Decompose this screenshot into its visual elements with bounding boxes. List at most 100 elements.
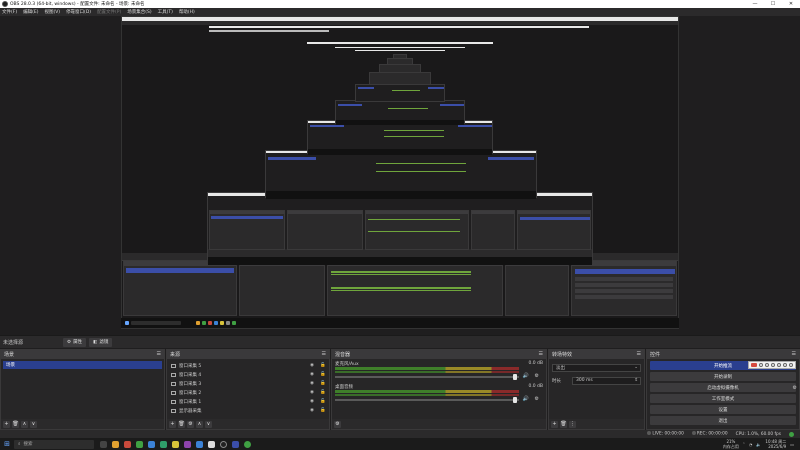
visibility-icon[interactable]: ◉ (310, 363, 315, 368)
chevron-up-icon[interactable]: ˄ (743, 442, 745, 447)
dock-menu-icon[interactable]: ☰ (322, 351, 326, 357)
app-gamepad-icon[interactable] (244, 440, 251, 448)
menu-file[interactable]: 文件(F) (2, 9, 17, 15)
source-item[interactable]: 显示器采集 ◉ 🔓 (167, 406, 329, 415)
gear-icon[interactable]: ⚙ (793, 385, 797, 391)
source-item[interactable]: 窗口采集 5 ◉ 🔓 (167, 361, 329, 370)
move-down-button[interactable]: ∨ (205, 420, 212, 428)
app-red-icon[interactable] (124, 440, 131, 448)
memory-usage[interactable]: 21% 内存占用 (723, 439, 739, 449)
taskbar-search[interactable]: ⌕ 搜索 (14, 439, 94, 449)
dock-menu-icon[interactable]: ☰ (637, 351, 641, 357)
gear-icon[interactable]: ⚙ (535, 373, 539, 379)
remove-source-button[interactable]: 🗑 (178, 420, 185, 428)
snip-close-icon[interactable] (789, 363, 793, 367)
remove-transition-button[interactable]: 🗑 (560, 420, 567, 428)
app-folder-icon[interactable] (112, 440, 119, 448)
lock-icon[interactable]: 🔓 (320, 399, 326, 404)
filters-button[interactable]: ◧ 滤镜 (89, 337, 113, 347)
scenes-dock-header: 场景 ☰ (1, 350, 164, 359)
captured-menu-strip (209, 30, 329, 32)
app-blue-icon[interactable] (196, 440, 203, 448)
app-browser-icon[interactable] (148, 440, 155, 448)
source-item[interactable]: 窗口采集 4 ◉ 🔓 (167, 370, 329, 379)
remove-scene-button[interactable]: 🗑 (12, 420, 19, 428)
source-properties-button[interactable]: ⚙ (187, 420, 194, 428)
snip-capture-icon[interactable] (751, 363, 757, 367)
snip-pen-icon[interactable] (771, 363, 775, 367)
taskbar-clock[interactable]: 10:48 周二 2025/6/9 (765, 439, 786, 449)
app-edge-icon[interactable] (232, 440, 239, 448)
network-icon[interactable]: ◔ (749, 442, 753, 447)
add-transition-button[interactable]: + (551, 420, 558, 428)
snip-window-icon[interactable] (759, 363, 763, 367)
captured-sources-dock (239, 260, 325, 316)
menu-tools[interactable]: 工具(T) (158, 9, 173, 15)
lock-icon[interactable]: 🔓 (320, 408, 326, 413)
preview-canvas[interactable] (121, 16, 679, 329)
snip-save-icon[interactable] (783, 363, 787, 367)
dock-menu-icon[interactable]: ☰ (539, 351, 543, 357)
lock-icon[interactable]: 🔓 (320, 363, 326, 368)
app-purple-icon[interactable] (184, 440, 191, 448)
menu-scene-collection[interactable]: 场景集合(S) (127, 9, 151, 15)
windows-start-icon[interactable]: ⊞ (0, 438, 14, 450)
app-green-icon[interactable] (136, 440, 143, 448)
move-up-button[interactable]: ∧ (21, 420, 28, 428)
gear-icon[interactable]: ⚙ (535, 396, 539, 402)
volume-slider-handle[interactable] (513, 397, 517, 403)
menu-profile[interactable]: 配置文件(P) (97, 9, 121, 15)
search-icon: ⌕ (18, 442, 21, 447)
source-item[interactable]: 窗口采集 1 ◉ 🔓 (167, 397, 329, 406)
visibility-icon[interactable]: ◉ (310, 408, 315, 413)
studio-mode-button[interactable]: 工作室模式 (650, 394, 796, 403)
volume-icon[interactable]: 🔈 (756, 442, 761, 447)
start-recording-button[interactable]: 开始录制 (650, 372, 796, 381)
exit-button[interactable]: 退出 (650, 416, 796, 425)
settings-button[interactable]: 设置 (650, 405, 796, 414)
speaker-icon[interactable]: 🔊 (523, 396, 529, 402)
task-view-icon[interactable] (100, 440, 107, 448)
duration-input[interactable]: 300 ms ⇕ (572, 376, 641, 385)
move-up-button[interactable]: ∧ (196, 420, 203, 428)
mixer-settings-button[interactable]: ⚙ (334, 420, 341, 428)
notification-icon[interactable]: ▭ (790, 442, 794, 447)
maximize-button[interactable]: ☐ (764, 0, 782, 8)
close-button[interactable]: ✕ (782, 0, 800, 8)
speaker-icon[interactable]: 🔊 (523, 373, 529, 379)
menu-help[interactable]: 帮助(H) (179, 9, 195, 15)
volume-slider[interactable] (335, 376, 519, 378)
lock-icon[interactable]: 🔓 (320, 381, 326, 386)
volume-slider[interactable] (335, 399, 519, 401)
dock-menu-icon[interactable]: ☰ (157, 351, 161, 357)
move-down-button[interactable]: ∨ (30, 420, 37, 428)
volume-slider-handle[interactable] (513, 374, 517, 380)
menu-edit[interactable]: 编辑(E) (23, 9, 38, 15)
app-yellow-icon[interactable] (172, 440, 179, 448)
source-item[interactable]: 窗口采集 3 ◉ 🔓 (167, 379, 329, 388)
live-status: LIVE: 00:00:00 (647, 431, 684, 437)
dock-menu-icon[interactable]: ☰ (792, 351, 796, 357)
scene-list-item[interactable]: 场景 (3, 361, 162, 369)
visibility-icon[interactable]: ◉ (310, 390, 315, 395)
app-chat-icon[interactable] (160, 440, 167, 448)
lock-icon[interactable]: 🔓 (320, 372, 326, 377)
visibility-icon[interactable]: ◉ (310, 381, 315, 386)
lock-icon[interactable]: 🔓 (320, 390, 326, 395)
obs-app-icon[interactable] (220, 440, 227, 448)
transition-type-select[interactable]: 淡出 ⌄ (552, 363, 641, 372)
snip-highlight-icon[interactable] (777, 363, 781, 367)
menu-view[interactable]: 视图(V) (44, 9, 60, 15)
source-item[interactable]: 窗口采集 2 ◉ 🔓 (167, 388, 329, 397)
snip-region-icon[interactable] (765, 363, 769, 367)
add-source-button[interactable]: + (169, 420, 176, 428)
properties-button[interactable]: ⚙ 属性 (63, 337, 87, 347)
visibility-icon[interactable]: ◉ (310, 372, 315, 377)
transition-menu-button[interactable]: ⋮ (569, 420, 576, 428)
minimize-button[interactable]: — (746, 0, 764, 8)
visibility-icon[interactable]: ◉ (310, 399, 315, 404)
add-scene-button[interactable]: + (3, 420, 10, 428)
start-virtual-camera-button[interactable]: 启动虚拟摄像机 ⚙ (650, 383, 797, 392)
app-white-icon[interactable] (208, 440, 215, 448)
menu-docks[interactable]: 停靠窗口(D) (66, 9, 91, 15)
